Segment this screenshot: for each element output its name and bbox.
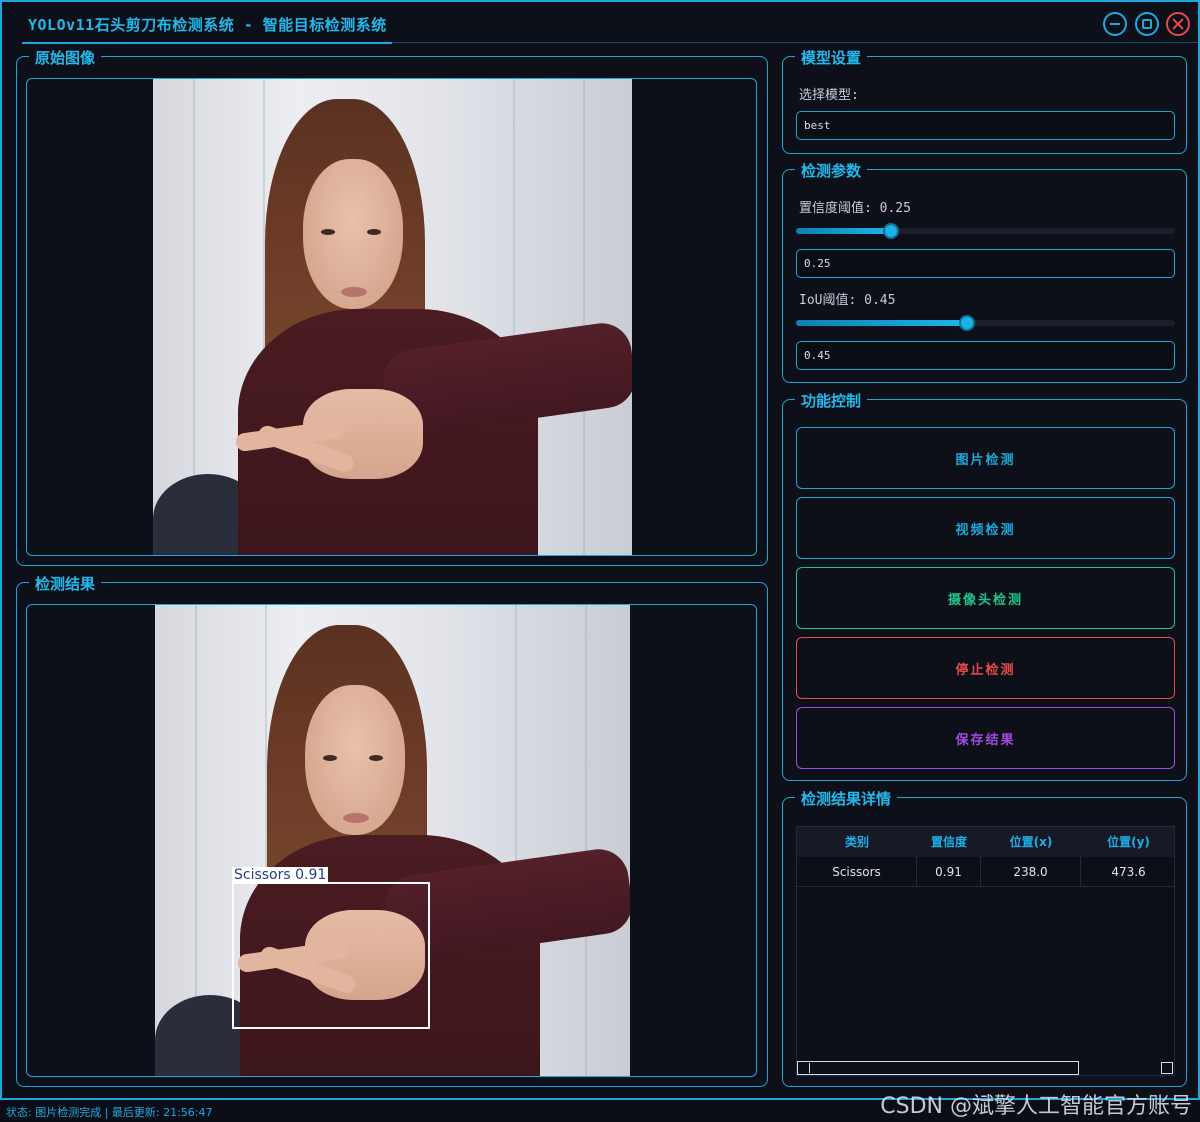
iou-slider[interactable]	[796, 315, 1175, 331]
table-header: 类别 置信度 位置(x) 位置(y)	[797, 827, 1174, 857]
cell-y: 473.6	[1111, 865, 1146, 879]
cell-x: 238.0	[981, 857, 1081, 887]
original-image	[153, 79, 632, 555]
title-underline	[22, 42, 392, 44]
model-select-label: 选择模型:	[799, 88, 859, 103]
confidence-slider[interactable]	[796, 223, 1175, 239]
result-image-frame: Scissors 0.91	[26, 604, 757, 1077]
title-bar: YOLOv11石头剪刀布检测系统 - 智能目标检测系统	[2, 2, 1198, 44]
function-control-title: 功能控制	[795, 390, 868, 411]
confidence-slider-handle[interactable]	[883, 223, 899, 239]
iou-slider-fill	[796, 320, 967, 326]
camera-detect-button[interactable]: 摄像头检测	[796, 567, 1175, 629]
detection-details-table[interactable]: 类别 置信度 位置(x) 位置(y) Scissors 0.91 238.0 4…	[796, 826, 1175, 1076]
table-row[interactable]: Scissors 0.91 238.0 473.6	[797, 857, 1174, 887]
column-header-y[interactable]: 位置(y)	[1081, 827, 1176, 857]
scroll-left-arrow[interactable]	[800, 1063, 810, 1073]
iou-slider-handle[interactable]	[959, 315, 975, 331]
table-corner	[1161, 1062, 1173, 1074]
minimize-button[interactable]	[1103, 12, 1127, 36]
video-detect-button[interactable]: 视频检测	[796, 497, 1175, 559]
original-image-title: 原始图像	[29, 47, 102, 68]
confidence-input[interactable]: 0.25	[796, 249, 1175, 278]
horizontal-scrollbar[interactable]	[797, 1061, 1079, 1075]
cell-class: Scissors	[797, 857, 917, 887]
maximize-icon	[1142, 19, 1152, 29]
minimize-icon	[1110, 23, 1120, 25]
iou-input[interactable]: 0.45	[796, 341, 1175, 370]
title-divider	[392, 42, 1198, 43]
save-results-button[interactable]: 保存结果	[796, 707, 1175, 769]
cell-confidence: 0.91	[917, 857, 981, 887]
iou-label: IoU阈值: 0.45	[799, 293, 896, 308]
maximize-button[interactable]	[1135, 12, 1159, 36]
column-header-class[interactable]: 类别	[797, 827, 917, 857]
confidence-label: 置信度阈值: 0.25	[799, 201, 911, 216]
close-icon	[1172, 18, 1184, 30]
window-title: YOLOv11石头剪刀布检测系统 - 智能目标检测系统	[28, 16, 387, 34]
watermark: CSDN @斌擎人工智能官方账号	[880, 1094, 1192, 1119]
column-header-x[interactable]: 位置(x)	[981, 827, 1081, 857]
result-image: Scissors 0.91	[155, 605, 630, 1076]
confidence-slider-fill	[796, 228, 891, 234]
model-select[interactable]: best	[796, 111, 1175, 140]
detection-label: Scissors 0.91	[232, 867, 329, 883]
original-image-frame	[26, 78, 757, 556]
stop-detect-button[interactable]: 停止检测	[796, 637, 1175, 699]
detection-params-title: 检测参数	[795, 160, 868, 181]
app-window: YOLOv11石头剪刀布检测系统 - 智能目标检测系统 原始图像 检测结果 Sc…	[0, 0, 1200, 1100]
status-bar: 状态: 图片检测完成 | 最后更新: 21:56:47 CSDN @斌擎人工智能…	[0, 1094, 1200, 1122]
result-image-title: 检测结果	[29, 573, 102, 594]
close-button[interactable]	[1166, 12, 1190, 36]
status-text: 状态: 图片检测完成 | 最后更新: 21:56:47	[6, 1106, 213, 1119]
detection-details-title: 检测结果详情	[795, 788, 898, 809]
column-header-confidence[interactable]: 置信度	[917, 827, 981, 857]
detection-box	[232, 882, 430, 1029]
model-settings-title: 模型设置	[795, 47, 868, 68]
image-detect-button[interactable]: 图片检测	[796, 427, 1175, 489]
